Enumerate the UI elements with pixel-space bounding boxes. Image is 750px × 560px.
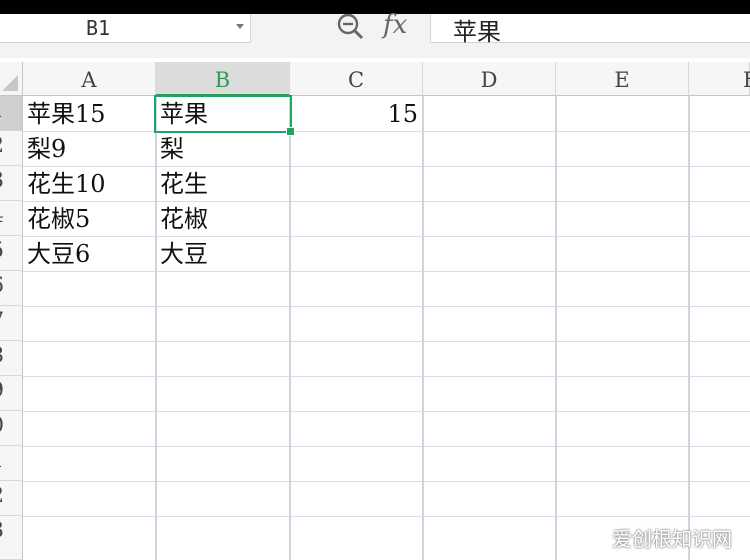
column-gridline [688,96,690,560]
row-gridline [23,376,750,377]
row-header-7[interactable]: 7 [0,306,23,341]
fill-handle[interactable] [286,127,295,136]
row-gridline [23,481,750,482]
row-header-5[interactable]: 5 [0,236,23,271]
row-gridline [23,271,750,272]
column-header-b[interactable]: B [156,62,290,96]
row-gridline [23,306,750,307]
cell-b2[interactable]: 梨 [160,131,184,165]
row-header-10[interactable]: 10 [0,411,23,446]
column-header-c[interactable]: C [290,62,423,96]
column-header-d[interactable]: D [423,62,556,96]
row-gridline [23,516,750,517]
row-header-13[interactable]: 13 [0,516,23,560]
cell-b3[interactable]: 花生 [160,166,208,200]
cell-b4[interactable]: 花椒 [160,201,208,235]
row-header-2[interactable]: 2 [0,131,23,166]
row-header-1[interactable]: 1 [0,96,23,131]
cell-a2[interactable]: 梨9 [27,131,66,165]
row-header-8[interactable]: 8 [0,341,23,376]
row-gridline [23,341,750,342]
row-header-4[interactable]: 4 [0,201,23,236]
chevron-down-icon[interactable] [236,24,244,29]
cell-c1[interactable]: 15 [292,96,418,130]
cell-a3[interactable]: 花生10 [27,166,106,200]
row-gridline [23,411,750,412]
row-header-12[interactable]: 12 [0,481,23,516]
row-gridline [23,201,750,202]
watermark-text: 爱创根知识网 [612,527,732,551]
cell-a4[interactable]: 花椒5 [27,201,90,235]
row-gridline [23,166,750,167]
row-header-3[interactable]: 3 [0,166,23,201]
name-box-value: B1 [86,16,111,40]
cell-a1[interactable]: 苹果15 [27,96,106,130]
row-header-6[interactable]: 6 [0,271,23,306]
formula-input[interactable]: 苹果 [430,14,750,46]
column-header-f[interactable]: F [689,62,750,96]
formula-toolbar: B1 fx 苹果 [0,10,750,58]
row-gridline [23,236,750,237]
top-black-bar [0,0,750,14]
zoom-icon[interactable] [336,12,364,40]
column-gridline [555,96,557,560]
row-header-9[interactable]: 9 [0,376,23,411]
cell-a5[interactable]: 大豆6 [27,236,90,270]
column-gridline [289,96,291,560]
column-gridline [155,96,157,560]
name-box[interactable]: B1 [0,14,251,43]
column-header-e[interactable]: E [556,62,689,96]
cell-b5[interactable]: 大豆 [160,236,208,270]
row-header-11[interactable]: 11 [0,446,23,481]
column-header-a[interactable]: A [23,62,156,96]
fx-icon[interactable]: fx [383,10,407,40]
column-gridline [422,96,424,560]
row-gridline [23,131,750,132]
formula-content: 苹果 [453,18,501,46]
selected-cell-border [154,95,292,133]
select-all-corner[interactable] [0,62,23,96]
row-gridline [23,446,750,447]
spreadsheet-grid: A B C D E F 1 2 3 4 5 6 7 8 9 10 11 12 1… [0,62,750,560]
